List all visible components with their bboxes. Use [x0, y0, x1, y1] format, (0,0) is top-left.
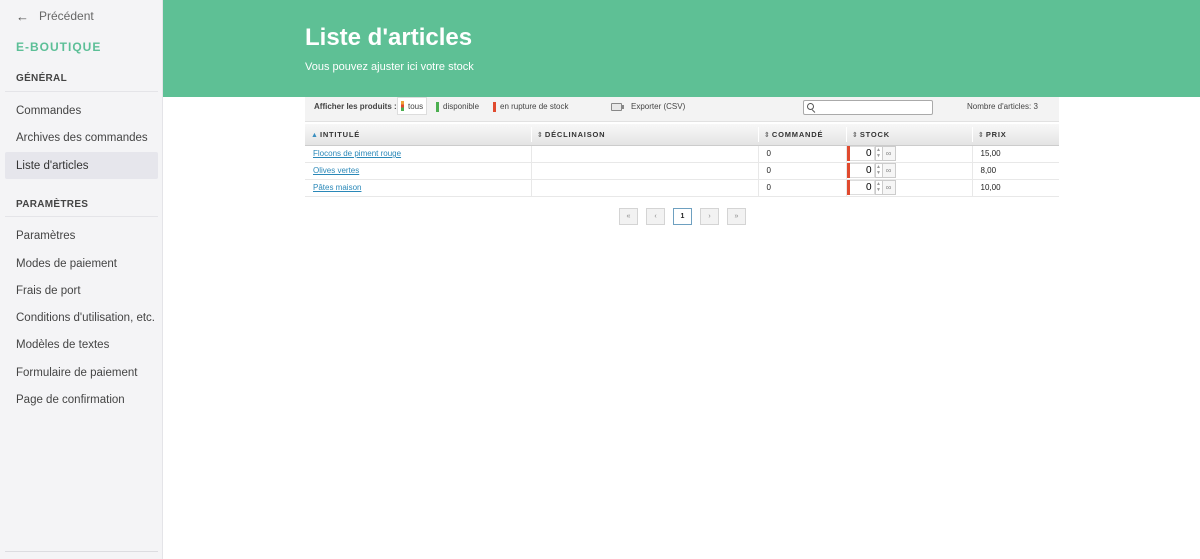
sidebar-item-payment-methods[interactable]: Modes de paiement	[5, 250, 158, 277]
export-icon	[611, 102, 624, 111]
stock-cell: ▲▼ ∞	[846, 145, 973, 163]
export-csv-button[interactable]: Exporter (CSV)	[611, 97, 685, 116]
sidebar: ← Précédent E-BOUTIQUE GÉNÉRAL Commandes…	[0, 0, 163, 559]
sidebar-item-text-templates[interactable]: Modèles de textes	[5, 331, 158, 358]
sidebar-item-confirmation-page[interactable]: Page de confirmation	[5, 386, 158, 413]
filter-available-button[interactable]: disponible	[433, 97, 482, 116]
chevron-down-icon[interactable]: ▼	[876, 170, 882, 176]
section-divider	[5, 216, 158, 217]
infinity-icon[interactable]: ∞	[882, 146, 896, 161]
price-cell: 8,00	[972, 162, 1059, 180]
search-icon	[807, 103, 814, 110]
infinity-icon[interactable]: ∞	[882, 163, 896, 178]
product-link[interactable]: Olives vertes	[313, 166, 359, 175]
page-header: Liste d'articles Vous pouvez ajuster ici…	[163, 0, 1200, 97]
page-subtitle: Vous pouvez ajuster ici votre stock	[305, 61, 474, 73]
filter-all-label: tous	[408, 101, 424, 111]
sort-icon: ⇕	[978, 131, 984, 139]
stock-input[interactable]	[849, 180, 875, 195]
stock-cell: ▲▼ ∞	[846, 179, 973, 197]
chevron-down-icon[interactable]: ▼	[876, 153, 882, 159]
filter-out-of-stock-label: en rupture de stock	[500, 102, 569, 111]
column-label: COMMANDÉ	[771, 129, 824, 139]
infinity-icon[interactable]: ∞	[882, 180, 896, 195]
chevron-down-icon[interactable]: ▼	[876, 187, 882, 193]
ordered-cell: 0	[758, 179, 847, 197]
stock-cell: ▲▼ ∞	[846, 162, 973, 180]
next-page-button[interactable]: ›	[700, 208, 719, 225]
stock-stepper[interactable]: ▲ ▼	[874, 180, 883, 195]
filter-out-of-stock-button[interactable]: en rupture de stock	[490, 97, 571, 116]
pagination: « ‹ 1 › »	[619, 208, 746, 225]
back-label: Précédent	[39, 9, 94, 23]
article-table: ▲ INTITULÉ ⇕ DÉCLINAISON ⇕ COMMANDÉ ⇕ STOCK …	[305, 124, 1059, 197]
search-input[interactable]	[817, 101, 929, 114]
filter-all-button[interactable]: tous	[397, 97, 428, 115]
sidebar-item-order-archive[interactable]: Archives des commandes	[5, 124, 158, 151]
search-box	[803, 100, 933, 115]
product-link[interactable]: Flocons de piment rouge	[313, 149, 401, 158]
column-label: STOCK	[859, 129, 890, 139]
filter-available-label: disponible	[443, 102, 480, 111]
sidebar-item-settings[interactable]: Paramètres	[5, 222, 158, 249]
section-divider	[5, 91, 158, 92]
table-row: Pâtes maison 0 ▲▼ ∞ 10,00	[305, 179, 1059, 197]
table-header-row: ▲ INTITULÉ ⇕ DÉCLINAISON ⇕ COMMANDÉ ⇕ STOCK …	[305, 124, 1059, 146]
column-divider	[846, 127, 847, 142]
variant-cell	[531, 145, 759, 163]
sort-icon: ⇕	[852, 131, 858, 139]
column-header-price[interactable]: ⇕ PRIX	[972, 124, 1059, 146]
section-title-general: GÉNÉRAL	[16, 73, 67, 84]
sidebar-item-terms[interactable]: Conditions d'utilisation, etc.	[5, 304, 158, 331]
variant-cell	[531, 162, 759, 180]
stock-input[interactable]	[849, 146, 875, 161]
column-divider	[972, 127, 973, 142]
column-divider	[531, 127, 532, 142]
sort-icon: ⇕	[764, 131, 770, 139]
stock-stepper[interactable]: ▲ ▼	[874, 146, 883, 161]
column-header-ordered[interactable]: ⇕ COMMANDÉ	[758, 124, 846, 146]
variant-cell	[531, 179, 759, 197]
first-page-button[interactable]: «	[619, 208, 638, 225]
sidebar-item-payment-form[interactable]: Formulaire de paiement	[5, 359, 158, 386]
filter-toolbar: Afficher les produits : tous disponible …	[305, 97, 1059, 122]
stock-input[interactable]	[849, 163, 875, 178]
export-label: Exporter (CSV)	[631, 102, 686, 111]
sidebar-footer-divider	[5, 551, 158, 552]
product-link[interactable]: Pâtes maison	[313, 183, 361, 192]
table-row: Olives vertes 0 ▲▼ ∞ 8,00	[305, 162, 1059, 180]
stock-stepper[interactable]: ▲ ▼	[874, 163, 883, 178]
column-label: DÉCLINAISON	[544, 129, 606, 139]
column-divider	[758, 127, 759, 142]
column-label: INTITULÉ	[319, 129, 361, 139]
price-cell: 15,00	[972, 145, 1059, 163]
article-count: Nombre d'articles: 3	[967, 102, 1038, 111]
last-page-button[interactable]: »	[727, 208, 746, 225]
brand-title: E-BOUTIQUE	[16, 40, 102, 54]
current-page-button[interactable]: 1	[673, 208, 692, 225]
sidebar-item-orders[interactable]: Commandes	[5, 97, 158, 124]
price-cell: 10,00	[972, 179, 1059, 197]
status-available-icon	[436, 101, 439, 112]
column-label: PRIX	[985, 129, 1007, 139]
sort-icon: ⇕	[537, 131, 543, 139]
section-title-settings: PARAMÈTRES	[16, 199, 89, 210]
column-header-stock[interactable]: ⇕ STOCK	[846, 124, 972, 146]
column-header-title[interactable]: ▲ INTITULÉ	[305, 124, 531, 146]
prev-page-button[interactable]: ‹	[646, 208, 665, 225]
filter-label: Afficher les produits :	[314, 102, 397, 111]
ordered-cell: 0	[758, 162, 847, 180]
arrow-left-icon: ←	[16, 8, 29, 24]
table-row: Flocons de piment rouge 0 ▲▼ ∞ 15,00	[305, 145, 1059, 163]
status-all-icon	[401, 101, 404, 111]
ordered-cell: 0	[758, 145, 847, 163]
back-button[interactable]: ← Précédent	[16, 8, 94, 24]
page-title: Liste d'articles	[305, 24, 473, 51]
sort-asc-icon: ▲	[311, 131, 318, 139]
column-header-variant[interactable]: ⇕ DÉCLINAISON	[531, 124, 758, 146]
sidebar-item-article-list[interactable]: Liste d'articles	[5, 152, 158, 179]
sidebar-item-shipping-costs[interactable]: Frais de port	[5, 277, 158, 304]
status-out-of-stock-icon	[493, 101, 496, 112]
